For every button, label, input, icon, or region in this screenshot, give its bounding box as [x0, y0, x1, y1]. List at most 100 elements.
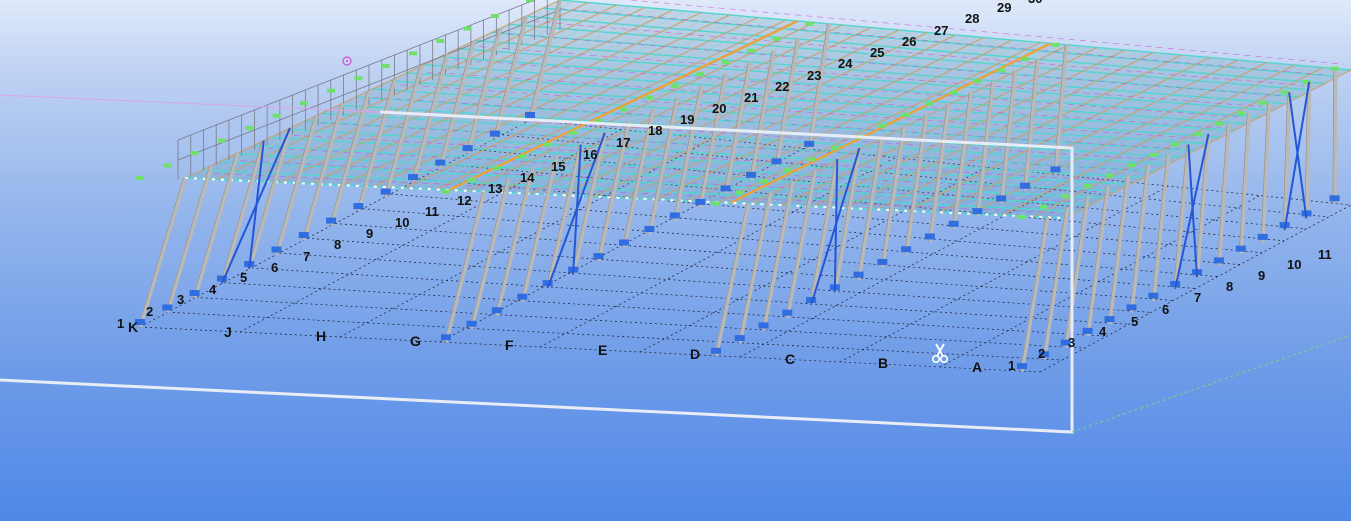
column-edge [1085, 185, 1107, 336]
column-edge [444, 191, 483, 343]
cap-plate [1051, 42, 1060, 47]
cap-plate [878, 123, 887, 128]
side-axis-label: 9 [1258, 268, 1265, 283]
cap-plate [735, 190, 744, 195]
cap-plate [381, 63, 390, 68]
cap-plate [327, 88, 336, 93]
anchor-base [1329, 195, 1340, 202]
grid-line-row [939, 195, 1260, 368]
column-axis-label: 29 [997, 0, 1011, 15]
column-axis-label: 18 [648, 123, 662, 138]
column-axis-label: 11 [425, 204, 439, 219]
cap-plate [721, 60, 730, 65]
row-axis-label: K [128, 319, 138, 335]
cap-plate [973, 79, 982, 84]
column-axis-label: 5 [240, 270, 247, 285]
column-axis-label: 9 [366, 226, 373, 241]
column [165, 164, 214, 314]
scissors-icon[interactable] [932, 343, 949, 364]
row-axis-label: C [785, 351, 795, 367]
row-axis-label: F [505, 337, 514, 353]
cap-plate [1018, 215, 1026, 220]
anchor-base [189, 290, 200, 297]
column-axis-label: 13 [488, 181, 502, 196]
anchor-base [746, 171, 757, 178]
cap-plate [1061, 194, 1070, 199]
cap-plate [1280, 90, 1289, 95]
structure-scene[interactable]: K J H G F E D C B A123456789101112131415161718192… [0, 0, 1351, 521]
cap-plate [645, 95, 654, 100]
row-axis-label: E [598, 342, 607, 358]
anchor-base [162, 304, 173, 311]
anchor-base [466, 320, 477, 327]
cap-plate [712, 201, 720, 206]
cap-plate [805, 21, 814, 26]
row-axis-label: B [878, 355, 888, 371]
anchor-base [972, 208, 983, 215]
cap-plate [1083, 183, 1092, 188]
column-axis-label: 23 [807, 68, 821, 83]
cap-plate [354, 76, 363, 81]
anchor-base [462, 145, 473, 152]
anchor-base [644, 225, 655, 232]
column-axis-label: 2 [146, 304, 153, 319]
cap-plate [925, 101, 934, 106]
side-axis-label: 5 [1131, 314, 1138, 329]
side-axis-label: 11 [1318, 247, 1332, 262]
column-axis-label: 22 [775, 79, 789, 94]
side-axis-label: 2 [1038, 346, 1045, 361]
cap-plate [997, 68, 1006, 73]
column [1107, 175, 1131, 325]
cap-plate [807, 157, 816, 162]
anchor-base [711, 347, 721, 354]
column [469, 179, 511, 330]
anchor-base [298, 232, 309, 239]
cap-plate [1171, 142, 1180, 147]
cap-plate [163, 163, 172, 168]
anchor-base [517, 293, 528, 300]
anchor-base [771, 158, 782, 165]
clip-plane-guide [1071, 334, 1351, 433]
target-circle-icon[interactable] [342, 56, 352, 66]
model-viewport[interactable]: K J H G F E D C B A 1 2 3 4 5 6 7 8 9 10 11 12 13 14 15 16 17 18 19 2… [0, 0, 1351, 521]
cap-plate [463, 26, 472, 31]
column-edge [165, 165, 210, 313]
column-axis-label: 26 [902, 34, 916, 49]
grid-line-column [279, 252, 1152, 313]
cap-plate [436, 38, 445, 43]
row-axis-label: H [316, 328, 326, 344]
anchor-base [1257, 233, 1268, 240]
column-axis-label: 27 [934, 23, 948, 38]
column [1194, 133, 1211, 278]
cap-plate [772, 36, 781, 41]
anchor-base [1126, 304, 1137, 311]
anchor-base [1082, 327, 1093, 334]
cap-plate [619, 107, 628, 112]
grid-line-column [139, 326, 1041, 373]
column-axis-label: 6 [271, 260, 278, 275]
anchor-base [525, 112, 535, 118]
anchor-base [1235, 245, 1246, 252]
anchor-base [695, 198, 706, 205]
column-axis-label: 15 [551, 159, 565, 174]
column-edge [1151, 154, 1167, 301]
column-axis-label: 4 [209, 282, 217, 297]
column-edge [1129, 165, 1147, 313]
column-axis-label: 1 [117, 316, 124, 331]
column [1238, 113, 1251, 254]
column-axis-label: 8 [334, 237, 341, 252]
column-axis-label: 12 [457, 193, 471, 208]
anchor-base [1050, 166, 1061, 173]
grid-line-column [223, 282, 1107, 337]
anchor-base [491, 307, 502, 314]
column-axis-label: 28 [965, 11, 979, 26]
anchor-base [326, 217, 337, 224]
anchor-base [271, 246, 282, 253]
side-axis-label: 6 [1162, 302, 1169, 317]
cap-plate [747, 48, 756, 53]
cap-plate [670, 83, 679, 88]
anchor-base [853, 271, 864, 278]
cap-plate [949, 90, 958, 95]
row-axis-label: G [410, 333, 421, 349]
column [1216, 123, 1231, 266]
